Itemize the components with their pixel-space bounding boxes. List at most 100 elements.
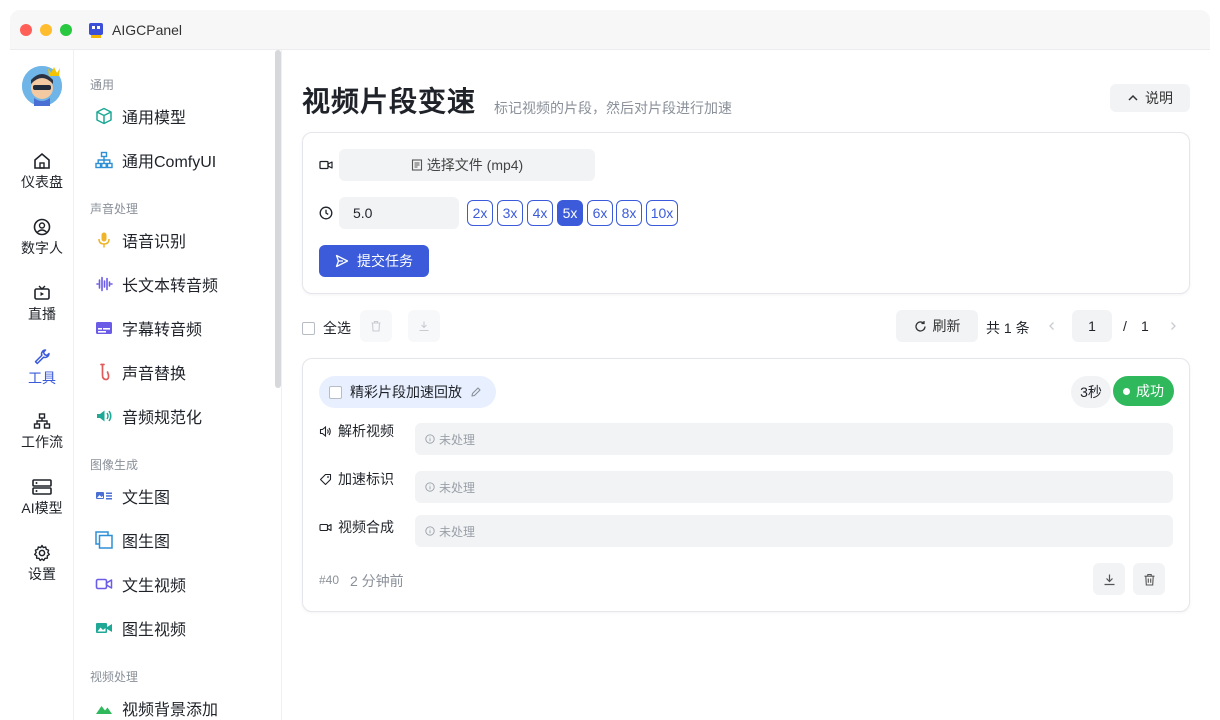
- tools-subnav: 通用 通用模型 通用ComfyUI 声音处理 语音识别 长文本转音频 字幕转音频…: [74, 50, 282, 720]
- video-camera-icon: [94, 574, 114, 594]
- list-toolbar: 全选 刷新 共 1 条 1 / 1: [302, 310, 1190, 342]
- nav-item-label: 文生视频: [122, 578, 187, 595]
- task-name: 精彩片段加速回放: [350, 384, 462, 400]
- task-form-card: 选择文件 (mp4) 2x3x4x5x6x8x10x 提交任务: [302, 132, 1190, 294]
- chevron-right-icon[interactable]: [1168, 321, 1178, 331]
- pencil-icon[interactable]: [470, 386, 482, 398]
- rail-item-ai-model[interactable]: AI模型: [10, 478, 74, 518]
- maximize-window-button[interactable]: [60, 24, 72, 36]
- status-dot-icon: [1123, 387, 1130, 395]
- mountain-icon: [94, 698, 114, 718]
- image-stack-icon: [94, 530, 114, 550]
- status-badge: 成功: [1113, 376, 1174, 406]
- page-number-input[interactable]: 1: [1072, 310, 1112, 342]
- nav-item-text-to-video[interactable]: 文生视频: [94, 570, 186, 598]
- subnav-scrollbar[interactable]: [275, 50, 281, 388]
- nav-item-text-to-image[interactable]: 文生图: [94, 482, 170, 510]
- speed-option-3x[interactable]: 3x: [497, 200, 523, 226]
- nav-item-general-model[interactable]: 通用模型: [94, 102, 186, 130]
- avatar[interactable]: [22, 66, 62, 106]
- refresh-label: 刷新: [932, 318, 961, 334]
- nav-item-video-background[interactable]: 视频背景添加: [94, 694, 218, 720]
- task-name-tag[interactable]: 精彩片段加速回放: [319, 376, 496, 408]
- file-icon: [411, 159, 422, 171]
- rail-item-digital-human[interactable]: 数字人: [10, 218, 74, 258]
- nav-item-image-to-video[interactable]: 图生视频: [94, 614, 186, 642]
- main-content: 视频片段变速 标记视频的片段，然后对片段进行加速 说明 选择文件 (mp4) 2…: [282, 50, 1210, 720]
- step-status-box: 未处理: [415, 423, 1173, 455]
- page-subtitle: 标记视频的片段，然后对片段进行加速: [494, 100, 732, 116]
- refresh-button[interactable]: 刷新: [896, 310, 978, 342]
- speed-option-5x[interactable]: 5x: [557, 200, 583, 226]
- close-window-button[interactable]: [20, 24, 32, 36]
- chevron-up-icon: [1128, 94, 1138, 101]
- nav-item-label: 语音识别: [122, 234, 187, 251]
- nav-item-label: 视频背景添加: [122, 702, 219, 719]
- nav-item-label: 长文本转音频: [122, 278, 219, 295]
- app-window: AIGCPanel 仪表盘 数字人 直播 工具 工作流 AI模型 设置 通用 通…: [10, 10, 1210, 720]
- server-icon: [32, 479, 52, 495]
- rail-item-label: 直播: [28, 306, 56, 322]
- total-count: 共 1 条: [986, 320, 1030, 336]
- app-title: AIGCPanel: [112, 22, 183, 38]
- rail-item-workflow[interactable]: 工作流: [10, 412, 74, 452]
- chevron-left-icon[interactable]: [1047, 321, 1057, 331]
- rail-item-live[interactable]: 直播: [10, 284, 74, 324]
- select-all-checkbox[interactable]: 全选: [302, 318, 351, 338]
- help-button-label: 说明: [1145, 90, 1173, 106]
- nav-item-speech-recognition[interactable]: 语音识别: [94, 226, 186, 254]
- download-selected-button[interactable]: [408, 310, 440, 342]
- microphone-icon: [94, 230, 114, 250]
- tag-icon: [319, 473, 332, 485]
- text-image-icon: [94, 486, 114, 506]
- delete-button[interactable]: [1133, 563, 1165, 595]
- speaker-icon: [94, 406, 114, 426]
- submit-task-label: 提交任务: [357, 253, 413, 269]
- step-status-box: 未处理: [415, 471, 1173, 503]
- nav-item-label: 通用模型: [122, 110, 187, 127]
- trash-icon: [371, 320, 381, 332]
- speed-option-8x[interactable]: 8x: [616, 200, 642, 226]
- speed-input[interactable]: [339, 197, 459, 229]
- image-video-icon: [94, 618, 114, 638]
- wrench-icon: [34, 349, 50, 365]
- minimize-window-button[interactable]: [40, 24, 52, 36]
- rail-item-label: AI模型: [21, 500, 63, 516]
- volume-icon: [319, 425, 331, 437]
- primary-nav-rail: 仪表盘 数字人 直播 工具 工作流 AI模型 设置: [10, 50, 74, 720]
- step-speed-mark: 加速标识: [319, 469, 394, 489]
- info-icon: [425, 526, 435, 536]
- nav-item-audio-normalize[interactable]: 音频规范化: [94, 402, 202, 430]
- subtitles-icon: [94, 318, 114, 338]
- status-label: 成功: [1136, 383, 1164, 399]
- download-button[interactable]: [1093, 563, 1125, 595]
- nav-item-label: 图生视频: [122, 622, 187, 639]
- nav-item-long-text-to-audio[interactable]: 长文本转音频: [94, 270, 218, 298]
- speed-option-10x[interactable]: 10x: [646, 200, 678, 226]
- nav-item-image-to-image[interactable]: 图生图: [94, 526, 170, 554]
- checkbox[interactable]: [329, 385, 342, 399]
- nav-item-comfyui[interactable]: 通用ComfyUI: [94, 146, 216, 174]
- app-logo-icon: [89, 23, 103, 38]
- rail-item-tools[interactable]: 工具: [10, 348, 74, 388]
- checkbox[interactable]: [302, 321, 315, 335]
- step-label: 视频合成: [338, 519, 394, 535]
- step-label: 解析视频: [338, 423, 394, 439]
- submit-task-button[interactable]: 提交任务: [319, 245, 429, 277]
- step-label: 加速标识: [338, 471, 394, 487]
- speed-option-4x[interactable]: 4x: [527, 200, 553, 226]
- speed-option-2x[interactable]: 2x: [467, 200, 493, 226]
- select-all-label: 全选: [323, 320, 351, 336]
- speed-option-6x[interactable]: 6x: [587, 200, 613, 226]
- rail-item-settings[interactable]: 设置: [10, 544, 74, 584]
- select-file-button[interactable]: 选择文件 (mp4): [339, 149, 595, 181]
- cube-icon: [94, 106, 114, 126]
- group-label-image-gen: 图像生成: [90, 458, 139, 472]
- help-button[interactable]: 说明: [1110, 84, 1190, 112]
- rail-item-label: 数字人: [21, 240, 63, 256]
- rail-item-dashboard[interactable]: 仪表盘: [10, 152, 74, 192]
- step-status: 未处理: [439, 524, 476, 539]
- nav-item-voice-replace[interactable]: 声音替换: [94, 358, 186, 386]
- nav-item-subtitle-to-audio[interactable]: 字幕转音频: [94, 314, 202, 342]
- delete-selected-button[interactable]: [360, 310, 392, 342]
